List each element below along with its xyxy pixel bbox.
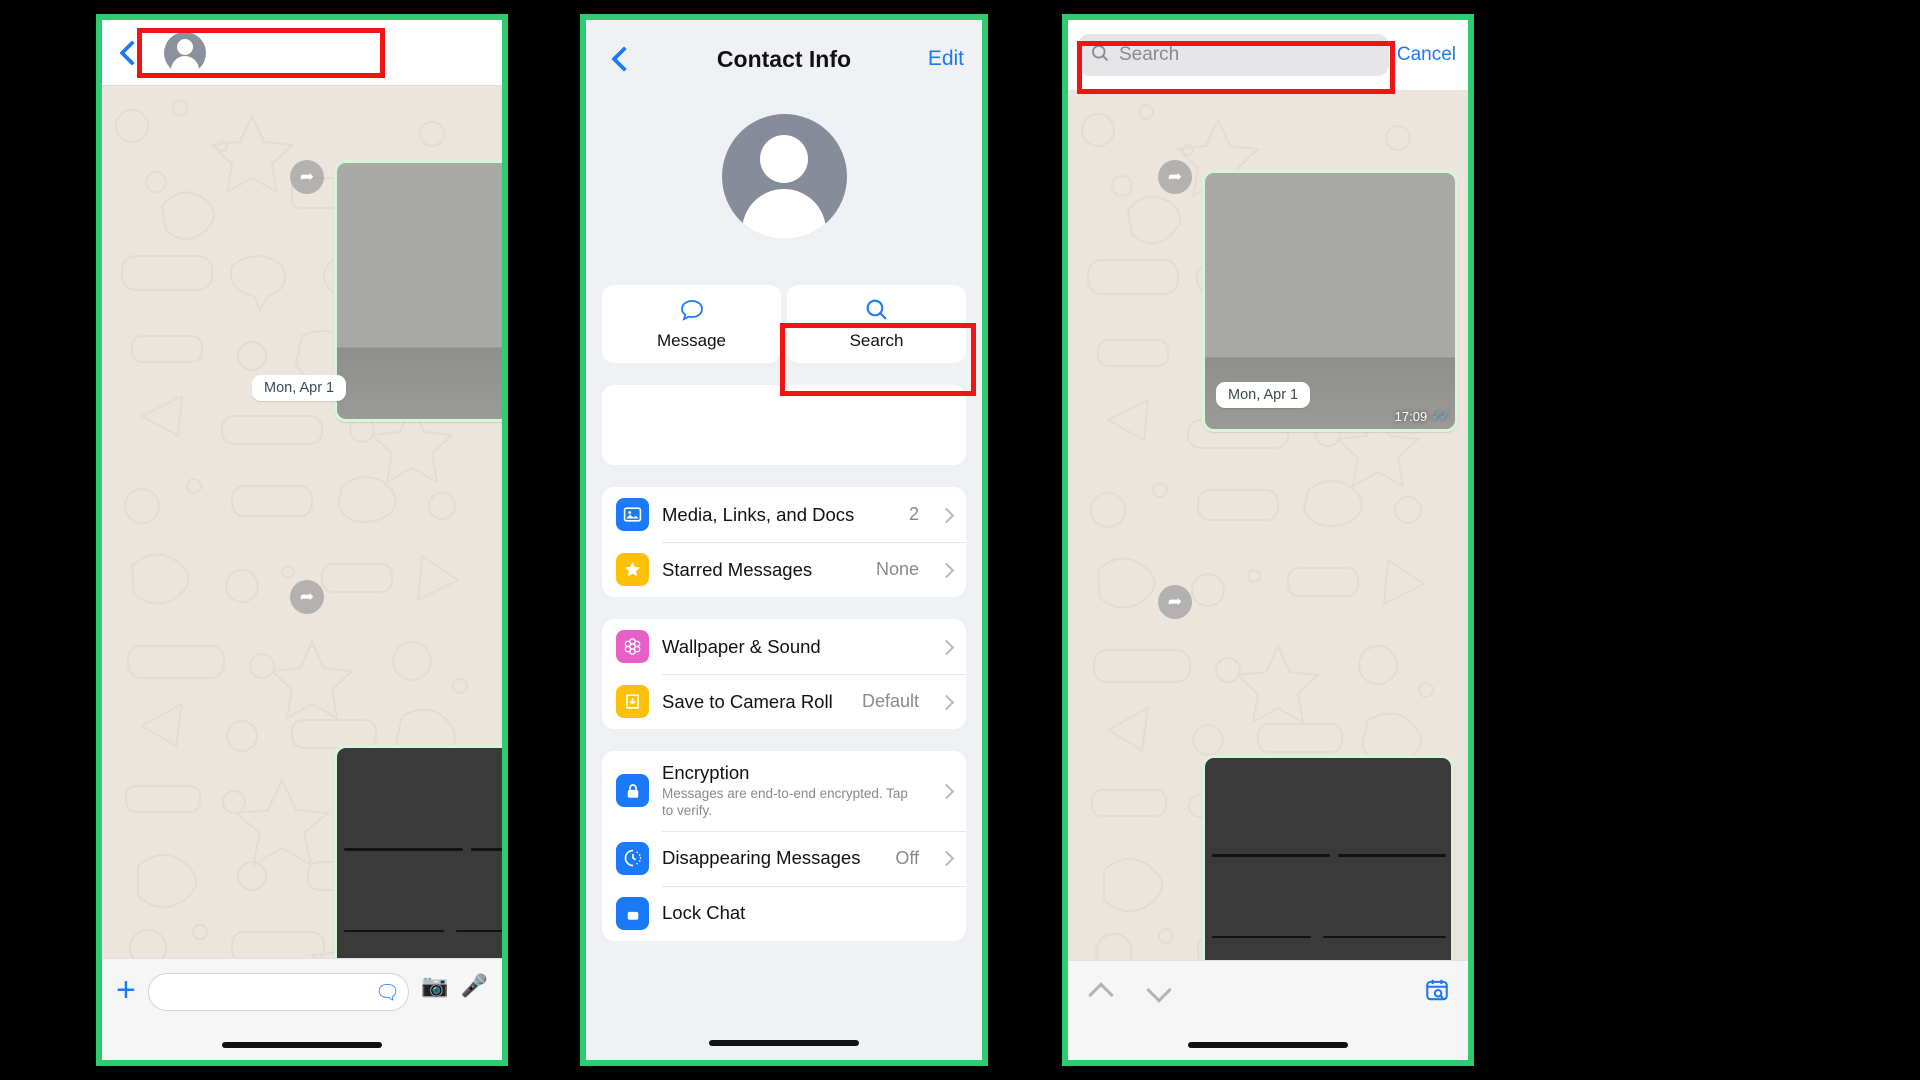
row-disappearing-messages[interactable]: Disappearing Messages Off xyxy=(602,830,966,886)
row-starred-messages[interactable]: Starred Messages None xyxy=(602,542,966,597)
edit-button[interactable]: Edit xyxy=(928,47,964,71)
row-lock-chat[interactable]: Lock Chat xyxy=(602,885,966,941)
contact-avatar-placeholder[interactable] xyxy=(721,114,847,239)
row-subtitle: Messages are end-to-end encrypted. Tap t… xyxy=(662,786,908,818)
row-encryption[interactable]: Encryption Messages are end-to-end encry… xyxy=(602,751,966,831)
row-save-to-camera-roll[interactable]: Save to Camera Roll Default xyxy=(602,674,966,729)
row-label: Lock Chat xyxy=(662,902,746,924)
message-bubble-icon xyxy=(679,298,705,326)
forward-button[interactable]: ➦ xyxy=(1158,160,1192,194)
save-download-icon xyxy=(616,685,649,718)
lock-chat-icon xyxy=(616,896,649,930)
search-icon xyxy=(864,297,889,326)
plus-icon[interactable]: + xyxy=(116,973,136,1007)
calendar-search-icon[interactable] xyxy=(1424,977,1450,1010)
lock-icon xyxy=(616,774,649,808)
info-group-appearance: Wallpaper & Sound Save to Camera Roll De… xyxy=(602,619,966,729)
search-header: Search Cancel xyxy=(1068,20,1468,90)
message-action-label: Message xyxy=(657,330,726,350)
wallpaper-flower-icon xyxy=(616,630,649,663)
message-input[interactable]: 🗨 xyxy=(147,973,410,1011)
forward-icon[interactable]: ➦ xyxy=(290,580,324,614)
row-value: None xyxy=(875,559,919,579)
row-label: Save to Camera Roll xyxy=(662,690,833,712)
chat-screen: ➦ 17:09 ✓✓ Mon, Apr 1 ➦ xyxy=(102,20,502,1060)
chat-header xyxy=(102,20,502,86)
search-action-button[interactable]: Search xyxy=(787,285,966,363)
row-label: Disappearing Messages xyxy=(662,847,861,869)
phone-middle-contact-info: Contact Info Edit Message Search Media, … xyxy=(580,14,988,1066)
forward-icon[interactable]: ➦ xyxy=(1158,585,1192,619)
microphone-icon[interactable]: 🎤 xyxy=(461,973,488,999)
chevron-right-icon xyxy=(940,851,954,865)
chevron-right-icon xyxy=(940,563,954,577)
row-value: Default xyxy=(861,691,919,711)
row-wallpaper-sound[interactable]: Wallpaper & Sound xyxy=(602,619,966,674)
forward-icon[interactable]: ➦ xyxy=(1158,160,1192,194)
cancel-button[interactable]: Cancel xyxy=(1397,44,1458,66)
info-group-privacy: Encryption Messages are end-to-end encry… xyxy=(602,751,966,941)
message-action-button[interactable]: Message xyxy=(602,285,781,363)
message-timestamp: 17:09 ✓✓ xyxy=(1394,408,1450,424)
date-divider: Mon, Apr 1 xyxy=(1216,382,1311,408)
page-title: Contact Info xyxy=(716,45,852,72)
row-label: Media, Links, and Docs xyxy=(662,503,855,525)
chevron-left-icon[interactable] xyxy=(116,40,142,66)
about-card[interactable] xyxy=(602,385,966,465)
home-indicator xyxy=(709,1040,859,1046)
row-value: 2 xyxy=(908,504,919,524)
chevron-right-icon xyxy=(940,640,954,654)
home-indicator xyxy=(1188,1042,1348,1048)
search-action-label: Search xyxy=(849,331,904,350)
redacted-image xyxy=(337,163,502,419)
forward-icon[interactable]: ➦ xyxy=(290,160,324,194)
star-icon xyxy=(616,553,649,586)
row-media-links-docs[interactable]: Media, Links, and Docs 2 xyxy=(602,487,966,542)
forward-button[interactable]: ➦ xyxy=(290,160,324,194)
home-indicator xyxy=(222,1042,382,1048)
chevron-down-icon[interactable] xyxy=(1144,977,1174,1007)
row-label: Encryption xyxy=(662,762,750,783)
search-icon xyxy=(1090,43,1110,68)
sticker-icon[interactable]: 🗨 xyxy=(375,980,400,1005)
chevron-right-icon xyxy=(940,784,954,798)
row-label: Starred Messages xyxy=(662,558,813,580)
forward-button[interactable]: ➦ xyxy=(1158,585,1192,619)
chevron-up-icon[interactable] xyxy=(1086,977,1116,1007)
info-group-media: Media, Links, and Docs 2 Starred Message… xyxy=(602,487,966,597)
chevron-right-icon xyxy=(940,695,954,709)
chat-search-screen: Search Cancel ➦ 17:09 ✓✓ Mon, Apr 1 ➦ xyxy=(1068,20,1468,1060)
row-value: Off xyxy=(895,847,919,868)
screenshot-canvas: ➦ 17:09 ✓✓ Mon, Apr 1 ➦ xyxy=(0,0,1920,1080)
contact-info-screen: Contact Info Edit Message Search Media, … xyxy=(586,20,982,1060)
contact-info-header: Contact Info Edit xyxy=(586,20,982,98)
phone-left-chat: ➦ 17:09 ✓✓ Mon, Apr 1 ➦ xyxy=(96,14,508,1066)
photo-icon xyxy=(616,498,649,531)
disappearing-timer-icon xyxy=(616,841,649,875)
message-image-bubble[interactable]: 17:09 ✓✓ xyxy=(334,160,502,422)
search-input[interactable]: Search xyxy=(1078,34,1389,76)
row-label: Wallpaper & Sound xyxy=(662,635,821,657)
search-navigation-bar xyxy=(1068,960,1468,1060)
search-placeholder: Search xyxy=(1119,44,1180,65)
contact-avatar-placeholder[interactable] xyxy=(164,31,206,74)
chevron-right-icon xyxy=(940,508,954,522)
phone-right-chat-search: Search Cancel ➦ 17:09 ✓✓ Mon, Apr 1 ➦ xyxy=(1062,14,1474,1066)
date-divider: Mon, Apr 1 xyxy=(252,375,347,401)
contact-actions: Message Search xyxy=(602,285,966,363)
camera-icon[interactable]: 📷 xyxy=(421,973,448,999)
double-check-blue-icon: ✓✓ xyxy=(1431,408,1450,423)
chat-input-bar: + 🗨 📷 🎤 xyxy=(102,958,502,1060)
forward-button[interactable]: ➦ xyxy=(290,580,324,614)
